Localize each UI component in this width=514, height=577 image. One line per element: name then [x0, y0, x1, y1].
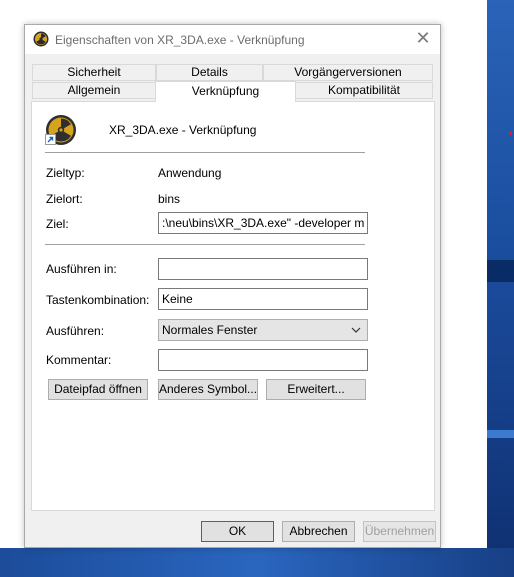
hotkey-label: Tastenkombination:	[46, 293, 150, 307]
divider	[45, 152, 365, 153]
wallpaper-streak	[487, 430, 514, 438]
tab-security[interactable]: Sicherheit	[32, 64, 156, 81]
advanced-button[interactable]: Erweitert...	[266, 379, 366, 400]
window-title: Eigenschaften von XR_3DA.exe - Verknüpfu…	[55, 33, 305, 47]
desktop-wallpaper-right	[487, 0, 514, 577]
wallpaper-streak	[487, 260, 514, 282]
properties-dialog: Eigenschaften von XR_3DA.exe - Verknüpfu…	[24, 24, 441, 548]
close-icon: ✕	[415, 28, 431, 48]
comment-label: Kommentar:	[46, 353, 112, 367]
target-type-value: Anwendung	[158, 166, 222, 180]
target-location-label: Zielort:	[46, 192, 83, 206]
ok-button[interactable]: OK	[201, 521, 274, 542]
tab-previous-versions[interactable]: Vorgängerversionen	[263, 64, 433, 81]
comment-input[interactable]	[158, 349, 368, 371]
close-button[interactable]: ✕	[406, 25, 440, 54]
hotkey-input[interactable]	[158, 288, 368, 310]
tab-general[interactable]: Allgemein	[32, 82, 156, 99]
tab-details[interactable]: Details	[156, 64, 263, 81]
cancel-button[interactable]: Abbrechen	[282, 521, 355, 542]
target-label: Ziel:	[46, 217, 69, 231]
radiation-icon	[33, 31, 49, 47]
run-select-value: Normales Fenster	[162, 323, 258, 337]
open-file-location-button[interactable]: Dateipfad öffnen	[48, 379, 148, 400]
start-in-label: Ausführen in:	[46, 262, 117, 276]
shortcut-arrow-icon	[45, 134, 56, 145]
shortcut-name: XR_3DA.exe - Verknüpfung	[109, 123, 257, 137]
target-input[interactable]	[158, 212, 368, 234]
apply-button[interactable]: Übernehmen	[363, 521, 436, 542]
tab-shortcut[interactable]: Verknüpfung	[155, 81, 296, 102]
target-type-label: Zieltyp:	[46, 166, 85, 180]
desktop-wallpaper-bottom	[0, 548, 514, 577]
title-bar[interactable]: Eigenschaften von XR_3DA.exe - Verknüpfu…	[25, 25, 440, 54]
run-label: Ausführen:	[46, 324, 105, 338]
divider	[45, 244, 365, 245]
change-icon-button[interactable]: Anderes Symbol...	[158, 379, 258, 400]
chevron-down-icon	[351, 320, 361, 347]
target-location-value: bins	[158, 192, 181, 206]
tab-compatibility[interactable]: Kompatibilität	[295, 82, 433, 99]
run-select[interactable]: Normales Fenster	[158, 319, 368, 341]
red-dot	[509, 132, 512, 135]
start-in-input[interactable]	[158, 258, 368, 280]
